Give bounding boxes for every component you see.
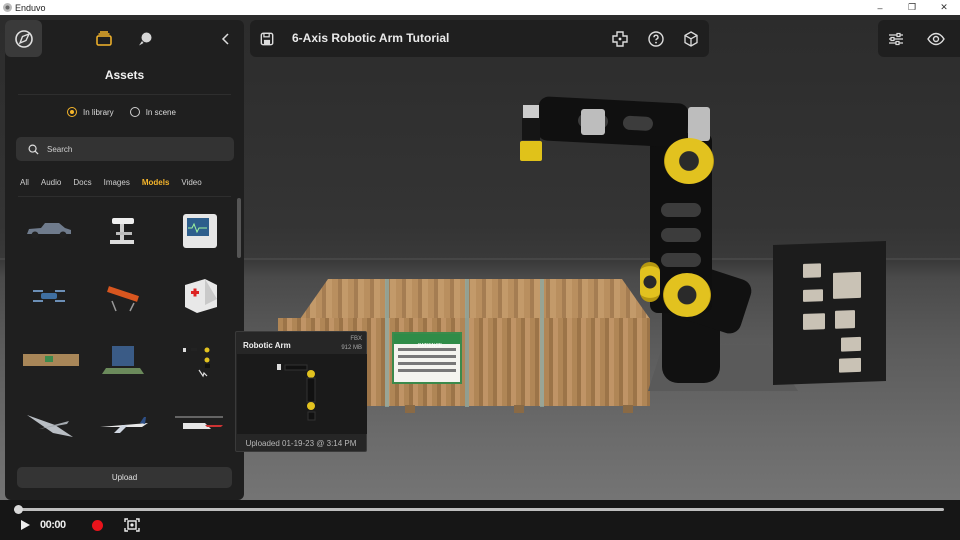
timeline-track[interactable] [14,508,944,511]
search-icon [28,144,39,155]
tab-docs[interactable]: Docs [73,178,91,187]
move-icon[interactable] [609,28,631,50]
asset-preview-image [237,354,367,434]
tab-models[interactable]: Models [142,178,170,187]
asset-format: FBX [350,336,362,342]
cabinet-item [803,313,825,330]
panel-title: Assets [104,68,145,82]
assets-sidebar: Assets In library In scene All Audio Doc… [5,20,244,500]
close-button[interactable]: ✕ [928,0,960,15]
search-input[interactable] [47,144,217,154]
robot-joint-side [640,262,660,302]
sliders-icon[interactable] [885,28,907,50]
crate-strap [540,279,544,407]
pallet-foot [623,405,633,413]
crate-strap [465,279,469,407]
tab-audio[interactable]: Audio [41,178,61,187]
robot-motor-cap [688,107,710,141]
asset-thumb-drone[interactable] [19,275,79,315]
project-title: 6-Axis Robotic Arm Tutorial [292,31,450,45]
asset-preview-card: Robotic Arm FBX 912 MB Uploaded 01-19-23… [235,331,367,452]
cabinet-item [835,310,855,329]
app-window: Enduvo – ❐ ✕ PATIENCE 6-Axis Robotic Arm… [0,0,960,540]
timeline-scrubber[interactable] [14,505,23,514]
asset-thumb-patient-monitor[interactable] [169,210,229,250]
sidebar-toolbar [5,20,244,58]
robot-joint-lower[interactable] [663,273,711,317]
right-toolbar [878,20,960,57]
crate-top[interactable] [300,279,650,319]
help-icon[interactable] [645,28,667,50]
tab-video[interactable]: Video [181,178,201,187]
asset-thumb-helicopter[interactable] [169,405,229,445]
crate-strap [385,279,389,407]
crate-shipping-label: PATIENCE [392,332,462,384]
robot-gripper[interactable] [520,105,542,163]
paint-icon[interactable] [135,29,155,49]
cabinet-item [833,271,861,299]
chevron-left-icon[interactable] [216,29,236,49]
link-slot [661,228,701,242]
asset-thumb-robotic-arm[interactable] [169,340,229,380]
playback-bar [0,500,960,540]
asset-thumb-military-drone[interactable] [19,405,79,445]
header-bar: 6-Axis Robotic Arm Tutorial [250,20,709,57]
link-slot [661,253,701,267]
asset-name: Robotic Arm [243,341,291,350]
radio-indicator [129,107,140,117]
robot-motor-cap [581,109,605,135]
pallet-foot [514,405,524,413]
radio-label: In library [83,107,114,117]
divider [18,94,231,95]
wall-cabinet[interactable] [773,241,886,385]
window-title: Enduvo [15,2,46,13]
filter-tabs: All Audio Docs Images Models Video [20,178,202,187]
cabinet-item [839,357,861,373]
tab-all[interactable]: All [20,178,29,187]
screenshot-icon[interactable] [124,517,140,533]
robot-upper-arm[interactable] [536,96,690,148]
title-bar: Enduvo – ❐ ✕ [0,0,960,15]
asset-thumb-airliner[interactable] [94,405,154,445]
radio-label: In scene [145,107,176,117]
radio-in-library[interactable]: In library [67,107,114,117]
asset-scrollbar[interactable] [237,198,241,258]
time-display: 00:00 [40,519,66,531]
divider [18,196,231,197]
asset-thumb-stretcher[interactable] [94,275,154,315]
asset-size: 912 MB [341,345,362,351]
asset-thumb-wooden-crate[interactable] [19,340,83,380]
search-box [16,137,234,161]
cabinet-item [803,263,821,278]
pallet-foot [405,405,415,413]
radio-selected-indicator [67,107,77,117]
play-icon[interactable] [18,518,32,532]
cabinet-item [803,289,823,302]
layers-icon[interactable] [94,29,114,49]
link-slot [661,203,701,217]
scope-radio-group: In library In scene [67,107,176,117]
asset-thumb-first-aid-box[interactable] [169,275,229,315]
app-icon [3,3,12,12]
asset-thumb-pickup-truck[interactable] [19,210,79,250]
eye-icon[interactable] [925,28,947,50]
save-icon[interactable] [256,28,278,50]
upload-button[interactable]: Upload [17,467,232,488]
compass-logo-icon[interactable] [5,20,42,57]
record-icon[interactable] [92,520,103,531]
tab-images[interactable]: Images [104,178,130,187]
cube-icon[interactable] [680,28,702,50]
link-slot [622,115,654,132]
cabinet-item [841,336,861,352]
robot-joint-upper[interactable] [664,138,714,184]
asset-thumb-microscope[interactable] [94,210,154,250]
asset-thumb-machine-on-pallet[interactable] [94,340,154,380]
radio-in-scene[interactable]: In scene [129,107,176,117]
maximize-button[interactable]: ❐ [896,0,928,15]
minimize-button[interactable]: – [864,0,896,15]
crate-label-text: PATIENCE [418,343,443,349]
asset-upload-date: Uploaded 01-19-23 @ 3:14 PM [245,439,357,448]
